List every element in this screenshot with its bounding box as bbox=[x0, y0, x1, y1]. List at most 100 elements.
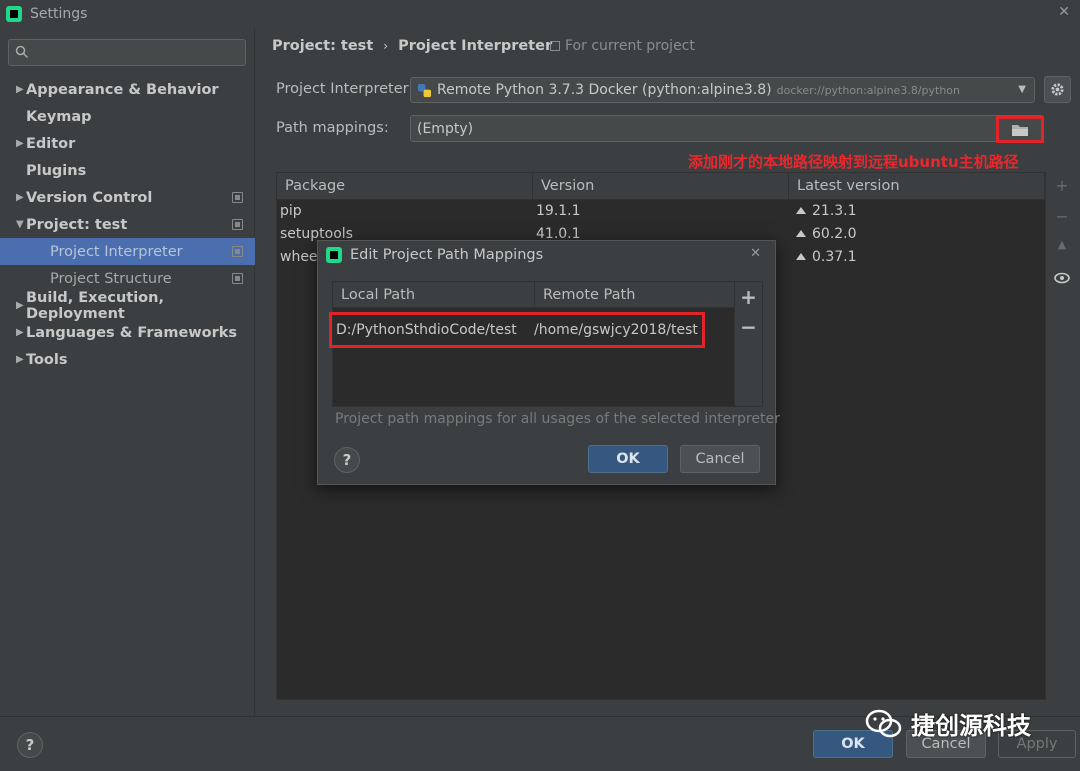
settings-sidebar: ▶ Appearance & Behavior Keymap ▶ Editor … bbox=[0, 28, 255, 716]
column-header-version[interactable]: Version bbox=[533, 173, 789, 199]
sidebar-item-label: Plugins bbox=[26, 162, 87, 179]
sidebar-item-label: Tools bbox=[26, 351, 68, 368]
table-row[interactable]: pip 19.1.1 21.3.1 bbox=[277, 200, 1045, 223]
remove-package-icon[interactable]: − bbox=[1052, 207, 1072, 238]
sidebar-item-version-control[interactable]: ▶ Version Control bbox=[0, 184, 255, 211]
pycharm-app-icon bbox=[326, 247, 342, 263]
sidebar-item-label: Languages & Frameworks bbox=[26, 324, 238, 341]
path-mappings-table: Local Path Remote Path D:/PythonSthdioCo… bbox=[329, 281, 763, 407]
settings-search[interactable] bbox=[8, 39, 246, 66]
collapse-arrow-icon[interactable]: ▼ bbox=[0, 219, 24, 230]
wechat-watermark: 捷创源科技 bbox=[865, 706, 1031, 741]
package-latest: 21.3.1 bbox=[789, 200, 1045, 223]
breadcrumb-separator: › bbox=[383, 39, 389, 53]
edit-path-mappings-dialog: Edit Project Path Mappings ✕ Local Path … bbox=[317, 240, 780, 485]
interpreter-select[interactable]: Remote Python 3.7.3 Docker (python:alpin… bbox=[410, 77, 1035, 103]
upgrade-package-icon[interactable]: ▲ bbox=[1052, 238, 1072, 269]
interpreter-value: Remote Python 3.7.3 Docker (python:alpin… bbox=[437, 82, 772, 98]
local-path-cell[interactable]: D:/PythonSthdioCode/test bbox=[332, 322, 530, 338]
scope-label: For current project bbox=[550, 38, 695, 54]
sidebar-item-project-interpreter[interactable]: Project Interpreter bbox=[0, 238, 255, 265]
package-name: pip bbox=[280, 203, 302, 219]
dialog-title-bar: Edit Project Path Mappings bbox=[326, 247, 543, 263]
package-version: 19.1.1 bbox=[536, 203, 581, 219]
python-icon bbox=[417, 83, 432, 97]
sidebar-item-project-structure[interactable]: Project Structure bbox=[0, 265, 255, 292]
interpreter-settings-button[interactable] bbox=[1044, 76, 1071, 103]
sidebar-item-project[interactable]: ▼ Project: test bbox=[0, 211, 255, 238]
package-toolbar: + − ▲ bbox=[1052, 176, 1072, 300]
project-scope-icon bbox=[232, 192, 243, 203]
expand-arrow-icon[interactable]: ▶ bbox=[0, 84, 24, 95]
sidebar-item-label: Version Control bbox=[26, 189, 153, 206]
sidebar-item-label: Editor bbox=[26, 135, 76, 152]
settings-tree: ▶ Appearance & Behavior Keymap ▶ Editor … bbox=[0, 76, 255, 373]
sidebar-item-label: Project Structure bbox=[50, 270, 172, 287]
sidebar-item-label: Project: test bbox=[26, 216, 128, 233]
close-icon[interactable]: ✕ bbox=[750, 246, 761, 261]
upgrade-available-icon bbox=[796, 207, 806, 214]
expand-arrow-icon[interactable]: ▶ bbox=[0, 354, 24, 365]
expand-arrow-icon[interactable]: ▶ bbox=[0, 192, 24, 203]
column-header-remote-path[interactable]: Remote Path bbox=[535, 282, 736, 307]
add-package-icon[interactable]: + bbox=[1052, 176, 1072, 207]
window-close-icon[interactable]: ✕ bbox=[1058, 4, 1070, 20]
package-latest: 0.37.1 bbox=[789, 246, 1045, 269]
upgrade-available-icon bbox=[796, 253, 806, 260]
latest-version-text: 21.3.1 bbox=[812, 203, 857, 219]
project-scope-icon bbox=[550, 41, 560, 51]
expand-arrow-icon[interactable]: ▶ bbox=[0, 300, 24, 311]
project-scope-icon bbox=[232, 273, 243, 284]
eye-icon bbox=[1054, 272, 1070, 284]
package-latest: 60.2.0 bbox=[789, 223, 1045, 246]
sidebar-item-label: Build, Execution, Deployment bbox=[26, 289, 164, 322]
interpreter-path: docker://python:alpine3.8/python bbox=[776, 83, 960, 97]
project-scope-icon bbox=[232, 219, 243, 230]
remove-mapping-icon[interactable]: − bbox=[735, 312, 762, 342]
table-row[interactable]: D:/PythonSthdioCode/test /home/gswjcy201… bbox=[329, 312, 705, 348]
show-latest-icon[interactable] bbox=[1052, 269, 1072, 300]
sidebar-item-tools[interactable]: ▶ Tools bbox=[0, 346, 255, 373]
dialog-ok-button[interactable]: OK bbox=[588, 445, 668, 473]
red-annotation-text: 添加刚才的本地路径映射到远程ubuntu主机路径 bbox=[688, 153, 1019, 171]
title-bar: Settings ✕ bbox=[0, 0, 1080, 28]
sidebar-item-build[interactable]: ▶ Build, Execution, Deployment bbox=[0, 289, 255, 322]
gear-icon bbox=[1051, 83, 1064, 96]
wechat-icon bbox=[865, 709, 902, 737]
sidebar-item-appearance[interactable]: ▶ Appearance & Behavior bbox=[0, 76, 255, 103]
browse-path-mappings-button[interactable] bbox=[996, 116, 1044, 143]
sidebar-item-keymap[interactable]: Keymap bbox=[0, 103, 255, 130]
column-header-local-path[interactable]: Local Path bbox=[333, 282, 535, 307]
column-header-package[interactable]: Package bbox=[277, 173, 533, 199]
sidebar-item-plugins[interactable]: Plugins bbox=[0, 157, 255, 184]
expand-arrow-icon[interactable]: ▶ bbox=[0, 138, 24, 149]
mappings-table-header: Local Path Remote Path bbox=[333, 282, 736, 308]
scope-label-text: For current project bbox=[565, 38, 695, 54]
sidebar-item-label: Appearance & Behavior bbox=[26, 81, 219, 98]
sidebar-item-label: Project Interpreter bbox=[50, 243, 183, 260]
latest-version-text: 60.2.0 bbox=[812, 226, 857, 242]
help-button[interactable]: ? bbox=[17, 732, 43, 758]
add-mapping-icon[interactable]: + bbox=[735, 282, 762, 312]
dialog-title: Edit Project Path Mappings bbox=[350, 247, 544, 263]
watermark-text: 捷创源科技 bbox=[911, 712, 1031, 740]
window-title: Settings bbox=[30, 6, 88, 22]
package-table-header: Package Version Latest version bbox=[277, 173, 1045, 200]
search-icon bbox=[15, 45, 29, 59]
latest-version-text: 0.37.1 bbox=[812, 249, 857, 265]
folder-icon bbox=[1012, 124, 1028, 136]
dialog-cancel-button[interactable]: Cancel bbox=[680, 445, 760, 473]
breadcrumb: Project: test › Project Interpreter bbox=[272, 38, 552, 54]
dialog-help-button[interactable]: ? bbox=[334, 447, 360, 473]
remote-path-cell[interactable]: /home/gswjcy2018/test bbox=[530, 322, 698, 338]
sidebar-item-languages[interactable]: ▶ Languages & Frameworks bbox=[0, 319, 255, 346]
search-input[interactable] bbox=[35, 42, 241, 63]
breadcrumb-root[interactable]: Project: test bbox=[272, 38, 373, 54]
path-mappings-label: Path mappings: bbox=[276, 120, 389, 136]
path-mappings-field[interactable]: (Empty) bbox=[410, 115, 1044, 142]
sidebar-item-editor[interactable]: ▶ Editor bbox=[0, 130, 255, 157]
expand-arrow-icon[interactable]: ▶ bbox=[0, 327, 24, 338]
chevron-down-icon[interactable]: ▼ bbox=[1018, 84, 1026, 95]
project-scope-icon bbox=[232, 246, 243, 257]
column-header-latest[interactable]: Latest version bbox=[789, 173, 1045, 199]
